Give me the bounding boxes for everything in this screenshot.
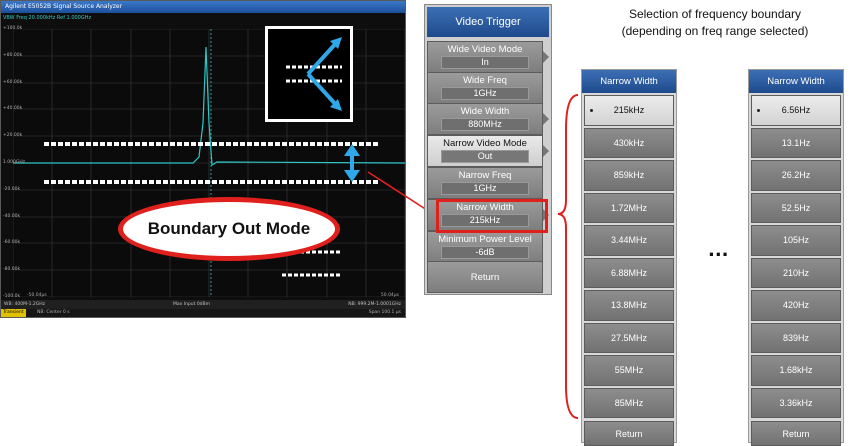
softkey-wide-video-mode[interactable]: Wide Video Mode In	[427, 41, 549, 73]
list-item[interactable]: 105Hz	[751, 225, 841, 256]
softkey-value: In	[441, 56, 529, 69]
panel-title: Video Trigger	[427, 7, 549, 37]
softkey-narrow-video-mode[interactable]: Narrow Video Mode Out	[427, 135, 549, 167]
softkey-narrow-freq[interactable]: Narrow Freq 1GHz	[427, 167, 543, 199]
list-item[interactable]: 6.88MHz	[584, 257, 674, 288]
list-title: Narrow Width	[749, 70, 843, 93]
selected-dot-icon	[757, 109, 760, 112]
list-return-button[interactable]: Return	[584, 421, 674, 446]
submenu-arrow-icon	[543, 51, 549, 63]
softkey-label: Wide Video Mode	[447, 44, 523, 55]
softkey-label: Wide Freq	[463, 75, 507, 86]
list-item[interactable]: 3.36kHz	[751, 387, 841, 418]
list-item[interactable]: 52.5Hz	[751, 192, 841, 223]
boundary-mode-label: Boundary Out Mode	[147, 219, 311, 238]
list-item[interactable]: 27.5MHz	[584, 322, 674, 353]
softkey-label: Narrow Freq	[458, 170, 512, 181]
boundary-selection-caption: Selection of frequency boundary (dependi…	[586, 6, 844, 40]
ellipsis: ...	[708, 240, 729, 261]
list-item[interactable]: 26.2Hz	[751, 160, 841, 191]
list-item[interactable]: 1.72MHz	[584, 192, 674, 223]
submenu-arrow-icon	[543, 113, 549, 125]
softkey-value: -6dB	[441, 246, 529, 259]
callout-connector	[367, 171, 431, 213]
list-item[interactable]: 839Hz	[751, 322, 841, 353]
submenu-arrow-icon	[543, 145, 549, 157]
selected-dot-icon	[590, 109, 593, 112]
list-item[interactable]: 430kHz	[584, 127, 674, 158]
list-item[interactable]: 210Hz	[751, 257, 841, 288]
narrow-width-list-low: Narrow Width 6.56Hz 13.1Hz 26.2Hz 52.5Hz…	[748, 69, 844, 446]
caption-line-1: Selection of frequency boundary	[628, 7, 802, 21]
narrow-width-highlight	[436, 199, 548, 233]
return-button[interactable]: Return	[427, 261, 543, 293]
list-item[interactable]: 85MHz	[584, 387, 674, 418]
list-item[interactable]: 55MHz	[584, 355, 674, 386]
list-item[interactable]: 13.8MHz	[584, 290, 674, 321]
list-item[interactable]: 859kHz	[584, 160, 674, 191]
softkey-value: 880MHz	[441, 118, 529, 131]
list-return-button[interactable]: Return	[751, 421, 841, 446]
list-item[interactable]: 1.68kHz	[751, 355, 841, 386]
softkey-value: 1GHz	[441, 182, 529, 195]
softkey-wide-width[interactable]: Wide Width 880MHz	[427, 103, 549, 135]
narrow-width-list-high: Narrow Width 215kHz 430kHz 859kHz 1.72MH…	[581, 69, 677, 446]
softkey-label: Minimum Power Level	[438, 234, 532, 245]
list-item-selected[interactable]: 6.56Hz	[751, 95, 841, 126]
softkey-value: Out	[441, 150, 529, 163]
list-item[interactable]: 13.1Hz	[751, 127, 841, 158]
softkey-wide-freq[interactable]: Wide Freq 1GHz	[427, 72, 543, 104]
caption-line-2: (depending on freq range selected)	[621, 24, 809, 38]
video-trigger-panel: Video Trigger Wide Video Mode In Wide Fr…	[424, 4, 552, 295]
list-title: Narrow Width	[582, 70, 676, 93]
softkey-value: 1GHz	[441, 87, 529, 100]
softkey-minimum-power-level[interactable]: Minimum Power Level -6dB	[427, 231, 543, 263]
list-item[interactable]: 3.44MHz	[584, 225, 674, 256]
list-item-selected[interactable]: 215kHz	[584, 95, 674, 126]
list-bracket	[557, 94, 579, 419]
list-item[interactable]: 420Hz	[751, 290, 841, 321]
softkey-label: Wide Width	[460, 106, 510, 117]
softkey-label: Narrow Video Mode	[443, 138, 527, 149]
